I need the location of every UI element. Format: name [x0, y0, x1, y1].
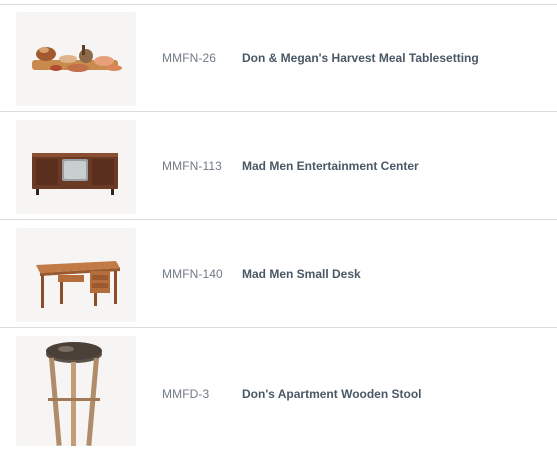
product-name-link[interactable]: Mad Men Entertainment Center: [242, 113, 419, 220]
product-name-link[interactable]: Don's Apartment Wooden Stool: [242, 329, 422, 459]
product-name-link[interactable]: Mad Men Small Desk: [242, 221, 361, 328]
divider: [0, 111, 557, 112]
tablesetting-thumbnail[interactable]: [16, 12, 136, 106]
product-row[interactable]: MMFD-3 Don's Apartment Wooden Stool: [0, 329, 557, 459]
product-row[interactable]: MMFN-26 Don & Megan's Harvest Meal Table…: [0, 5, 557, 112]
small-desk-icon: [36, 261, 120, 308]
entertainment-center-icon: [32, 153, 118, 195]
product-sku: MMFD-3: [162, 387, 210, 401]
wooden-stool-icon: [46, 342, 102, 446]
wooden-stool-thumbnail[interactable]: [16, 336, 136, 446]
product-name-link[interactable]: Don & Megan's Harvest Meal Tablesetting: [242, 5, 479, 112]
tablesetting-icon: [32, 45, 122, 72]
product-sku: MMFN-140: [162, 267, 223, 281]
product-row[interactable]: MMFN-140 Mad Men Small Desk: [0, 221, 557, 328]
divider: [0, 327, 557, 328]
small-desk-thumbnail[interactable]: [16, 228, 136, 322]
entertainment-center-thumbnail[interactable]: [16, 120, 136, 214]
product-sku: MMFN-113: [162, 159, 222, 173]
divider: [0, 219, 557, 220]
product-sku: MMFN-26: [162, 51, 217, 65]
product-row[interactable]: MMFN-113 Mad Men Entertainment Center: [0, 113, 557, 220]
